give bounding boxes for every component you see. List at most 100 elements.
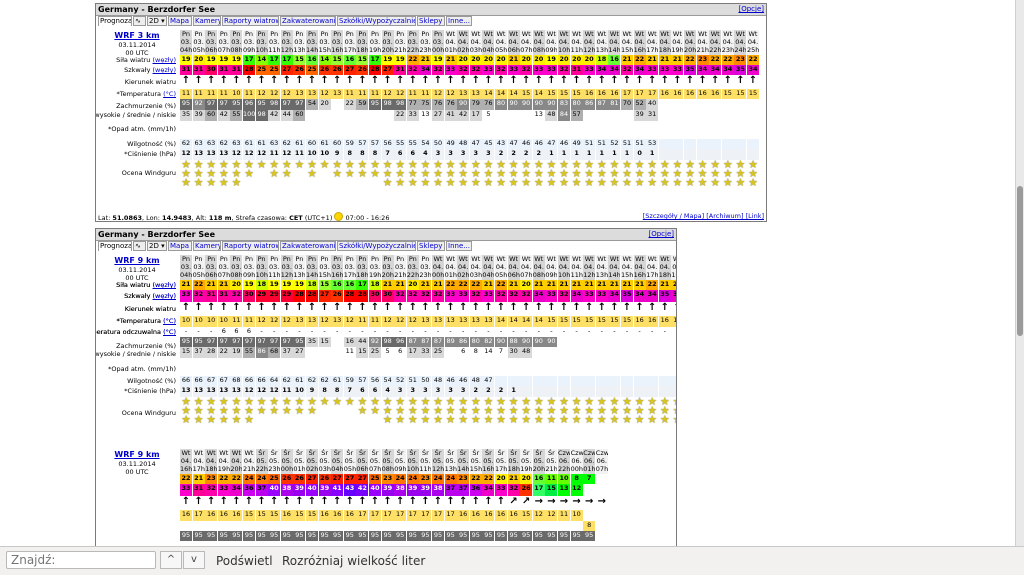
header-cell: Wt <box>633 30 646 38</box>
header-cell: Wt <box>721 30 734 38</box>
temperature-cell: 15 <box>243 510 255 521</box>
temp-label-unit-link[interactable]: (°C) <box>163 317 176 325</box>
rating-stars: ★★★ <box>230 160 242 186</box>
options-link[interactable]: [Opcje] <box>738 5 764 13</box>
header-cell: Wt <box>595 255 608 263</box>
cloud-high-cell: 95 <box>306 531 318 541</box>
pressure-cell: 13 <box>205 386 218 397</box>
gust-cell: 40 <box>306 484 318 496</box>
header-cell: 03. <box>356 38 369 46</box>
pressure-cell: 1 <box>595 149 608 160</box>
humidity-cell <box>658 376 671 386</box>
header-cell: 18h <box>205 465 218 474</box>
options-link[interactable]: [Opcje] <box>648 230 674 238</box>
temp-label-unit-link[interactable]: (°C) <box>163 90 176 98</box>
wind-arrow-icon: ↑ <box>471 75 480 86</box>
wind-label-unit-link[interactable]: (węzły) <box>153 281 177 289</box>
lon-label: Lon: <box>146 214 160 222</box>
header-cell: Wt <box>558 30 570 38</box>
feel-temp-cell: - <box>285 327 288 335</box>
vertical-scrollbar[interactable] <box>1015 0 1024 546</box>
temp-label: *Temperatura (°C) <box>116 316 176 327</box>
tab-4[interactable]: Raporty wiatrowe <box>222 241 279 251</box>
temperature-cell: 15 <box>595 316 608 327</box>
header-cell: 08h <box>381 465 394 474</box>
cloud-high-cell: 95 <box>545 531 558 541</box>
gust-cell: 34 <box>747 65 759 75</box>
header-cell: 08h <box>230 271 243 280</box>
tab-4[interactable]: Raporty wiatrowe <box>222 16 279 26</box>
find-input[interactable] <box>6 551 156 569</box>
wind-arrow-icon: ↑ <box>433 302 443 313</box>
tab-3[interactable]: Kamery <box>193 241 221 251</box>
cloud-high-cell: 95 <box>255 99 268 110</box>
rating-stars: ★ ★ <box>369 160 381 186</box>
tab-7[interactable]: Sklepy <box>417 241 445 251</box>
rating-stars: ★★★ <box>419 397 431 429</box>
temperature-cell: 15 <box>520 89 533 99</box>
humidity-cell: 66 <box>180 376 192 386</box>
header-cell: Wt <box>495 30 507 38</box>
wind-speed-cell: 15 <box>318 280 331 290</box>
tab-7[interactable]: Sklepy <box>417 16 445 26</box>
wind-label-unit-link[interactable]: (węzły) <box>153 56 177 64</box>
feel-temp-cell: - <box>550 327 553 335</box>
humidity-cell <box>558 376 570 386</box>
feel-temp-cell: 6 <box>234 327 239 335</box>
tab-8[interactable]: Inne... <box>446 241 472 251</box>
find-next-button[interactable]: v <box>183 551 205 569</box>
header-cell: 04. <box>558 263 570 271</box>
scrollbar-thumb[interactable] <box>1017 186 1023 336</box>
header-cell: 03. <box>255 263 268 271</box>
footer-links[interactable]: [Szczegóły / Mapa] [Archiwum] [Link] <box>643 212 764 220</box>
gust-label-unit-link[interactable]: (węzły) <box>153 292 177 300</box>
tab-5[interactable]: Zakwaterowanie <box>280 16 336 26</box>
pressure-cell: 8 <box>369 149 381 160</box>
humidity-cell: 62 <box>180 139 192 149</box>
rating-stars: ★★★ <box>407 160 419 186</box>
header-cell: 13h <box>293 46 306 55</box>
pressure-cell: 4 <box>381 386 394 397</box>
header-cell: Wt <box>633 255 646 263</box>
rating-stars: ★★★ <box>734 160 746 186</box>
wind-speed-cell: 20 <box>230 280 243 290</box>
cloud-high-cell: 97 <box>217 337 230 347</box>
highlight-all-button[interactable]: Podświetl <box>216 554 273 568</box>
temperature-cell: 12 <box>394 89 407 99</box>
header-cell: Śr <box>406 449 419 457</box>
header-cell: 13h <box>444 465 457 474</box>
wind-arrow-icon: ↑ <box>673 75 682 86</box>
header-cell: 04. <box>621 38 633 46</box>
humidity-cell <box>608 376 621 386</box>
wind-speed-cell: 16 <box>331 280 344 290</box>
humidity-cell: 51 <box>595 139 608 149</box>
header-cell: Pn <box>318 255 331 263</box>
star-icon: ★ <box>294 160 305 171</box>
wind-arrow-icon: ↗ <box>521 496 531 507</box>
wind-speed-cell: 22 <box>747 55 759 65</box>
tab-8[interactable]: Inne... <box>446 16 472 26</box>
cloud-high-cell <box>331 337 344 347</box>
wind-arrow-icon: ↑ <box>383 302 392 313</box>
humidity-cell <box>520 376 533 386</box>
header-cell: 04. <box>684 38 696 46</box>
pressure-cell: 2 <box>532 149 545 160</box>
gust-cell: 32 <box>406 290 419 302</box>
header-cell: 03. <box>369 38 381 46</box>
humidity-cell <box>570 376 583 386</box>
temperature-cell: 17 <box>356 510 369 521</box>
rating-stars: ★★★ <box>608 160 620 186</box>
tab-5[interactable]: Zakwaterowanie <box>280 241 336 251</box>
tab-6[interactable]: Szkółki/Wypożyczalnie <box>337 241 416 251</box>
tab-3[interactable]: Kamery <box>193 16 221 26</box>
find-previous-button[interactable]: ^ <box>160 551 182 569</box>
temperature-cell: 11 <box>356 316 369 327</box>
header-cell: 03. <box>268 263 281 271</box>
gust-label-unit-link[interactable]: (węzły) <box>153 66 177 74</box>
tab-6[interactable]: Szkółki/Wypożyczalnie <box>337 16 416 26</box>
wind-speed-cell: 19 <box>280 280 293 290</box>
cloud-high-cell: 76 <box>432 99 444 110</box>
feel-label-unit-link[interactable]: (°C) <box>163 328 176 336</box>
match-case-button[interactable]: Rozróżniaj wielkość liter <box>282 554 425 568</box>
temperature-cell: 16 <box>495 510 507 521</box>
